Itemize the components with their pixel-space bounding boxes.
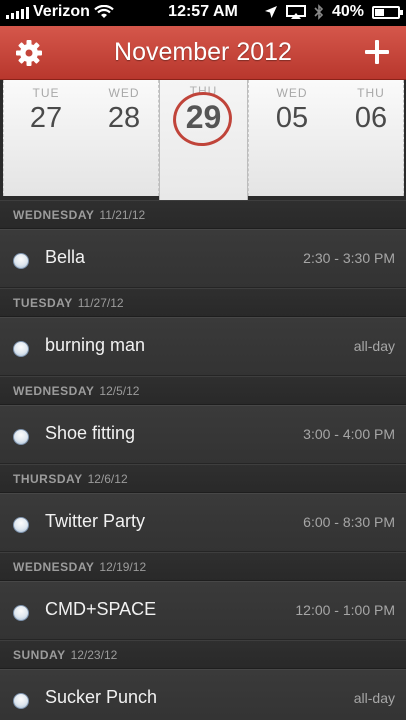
- battery-icon: [372, 5, 403, 19]
- calendar-dot-icon: [13, 605, 29, 621]
- event-time: 6:00 - 8:30 PM: [303, 514, 395, 530]
- calendar-dot-icon: [13, 253, 29, 269]
- section-weekday: WEDNESDAY: [13, 384, 95, 398]
- calendar-dot-icon: [13, 693, 29, 709]
- event-title: Shoe fitting: [45, 423, 136, 443]
- event-time: all-day: [353, 690, 395, 706]
- event-row[interactable]: Shoe fitting 3:00 - 4:00 PM: [0, 405, 406, 464]
- section-weekday: SUNDAY: [13, 648, 66, 662]
- date-number: 06: [354, 102, 388, 134]
- event-title: Bella: [45, 247, 86, 267]
- selected-date-number: 29: [185, 99, 222, 135]
- section-date: 12/19/12: [99, 560, 147, 574]
- date-weekday: WED: [276, 86, 308, 100]
- date-cell[interactable]: THU 06: [331, 86, 406, 135]
- section-weekday: THURSDAY: [13, 472, 83, 486]
- event-title: Sucker Punch: [45, 687, 158, 707]
- calendar-dot-icon: [13, 429, 29, 445]
- add-event-button[interactable]: [362, 37, 392, 67]
- header-bar: November 2012: [0, 26, 406, 80]
- section-date: 11/21/12: [99, 208, 146, 222]
- date-weekday: TUE: [32, 86, 60, 100]
- event-time: 12:00 - 1:00 PM: [295, 602, 395, 618]
- event-row[interactable]: Sucker Punch all-day: [0, 669, 406, 720]
- section-header: SUNDAY 12/23/12: [0, 640, 406, 669]
- status-bar: Verizon 12:57 AM 40%: [0, 0, 406, 26]
- bluetooth-icon: [314, 4, 324, 20]
- section-header: THURSDAY 12/6/12: [0, 464, 406, 493]
- section-weekday: WEDNESDAY: [13, 560, 95, 574]
- selected-date-cell[interactable]: THU 29: [159, 80, 248, 201]
- event-time: 3:00 - 4:00 PM: [303, 426, 395, 442]
- calendar-dot-icon: [13, 341, 29, 357]
- event-time: 2:30 - 3:30 PM: [303, 250, 395, 266]
- section-header: TUESDAY 11/27/12: [0, 288, 406, 317]
- section-date: 12/6/12: [87, 472, 128, 486]
- date-cell[interactable]: TUE 27: [6, 86, 86, 135]
- section-header: WEDNESDAY 12/19/12: [0, 552, 406, 581]
- battery-fill: [375, 8, 384, 16]
- event-title: CMD+SPACE: [45, 599, 157, 619]
- battery-percent: 40%: [331, 3, 364, 20]
- status-right: 40%: [264, 3, 403, 21]
- event-row[interactable]: Twitter Party 6:00 - 8:30 PM: [0, 493, 406, 552]
- section-header: WEDNESDAY 12/5/12: [0, 376, 406, 405]
- airplay-icon: [285, 5, 306, 19]
- event-title: Twitter Party: [45, 511, 146, 531]
- section-date: 11/27/12: [77, 296, 124, 310]
- date-number: 05: [275, 102, 309, 134]
- event-row[interactable]: Bella 2:30 - 3:30 PM: [0, 229, 406, 288]
- section-weekday: TUESDAY: [13, 296, 73, 310]
- date-weekday: WED: [108, 86, 140, 100]
- event-title: burning man: [45, 335, 146, 355]
- event-row[interactable]: burning man all-day: [0, 317, 406, 376]
- section-header: WEDNESDAY 11/21/12: [0, 200, 406, 229]
- event-list[interactable]: WEDNESDAY 11/21/12 Bella 2:30 - 3:30 PM T…: [0, 200, 406, 720]
- date-cell[interactable]: WED 28: [84, 86, 164, 135]
- month-title[interactable]: November 2012: [0, 38, 406, 67]
- event-time: all-day: [353, 338, 395, 354]
- date-cell[interactable]: WED 05: [252, 86, 332, 135]
- date-number: 28: [107, 102, 141, 134]
- date-number: 27: [29, 102, 63, 134]
- date-weekday: THU: [357, 86, 385, 100]
- event-row[interactable]: CMD+SPACE 12:00 - 1:00 PM: [0, 581, 406, 640]
- section-date: 12/23/12: [70, 648, 118, 662]
- section-date: 12/5/12: [99, 384, 140, 398]
- calendar-dot-icon: [13, 517, 29, 533]
- section-weekday: WEDNESDAY: [13, 208, 95, 222]
- location-arrow-icon: [264, 6, 277, 18]
- date-strip[interactable]: TUE 27 WED 28 THU 29 WED 05 THU 06: [0, 80, 406, 201]
